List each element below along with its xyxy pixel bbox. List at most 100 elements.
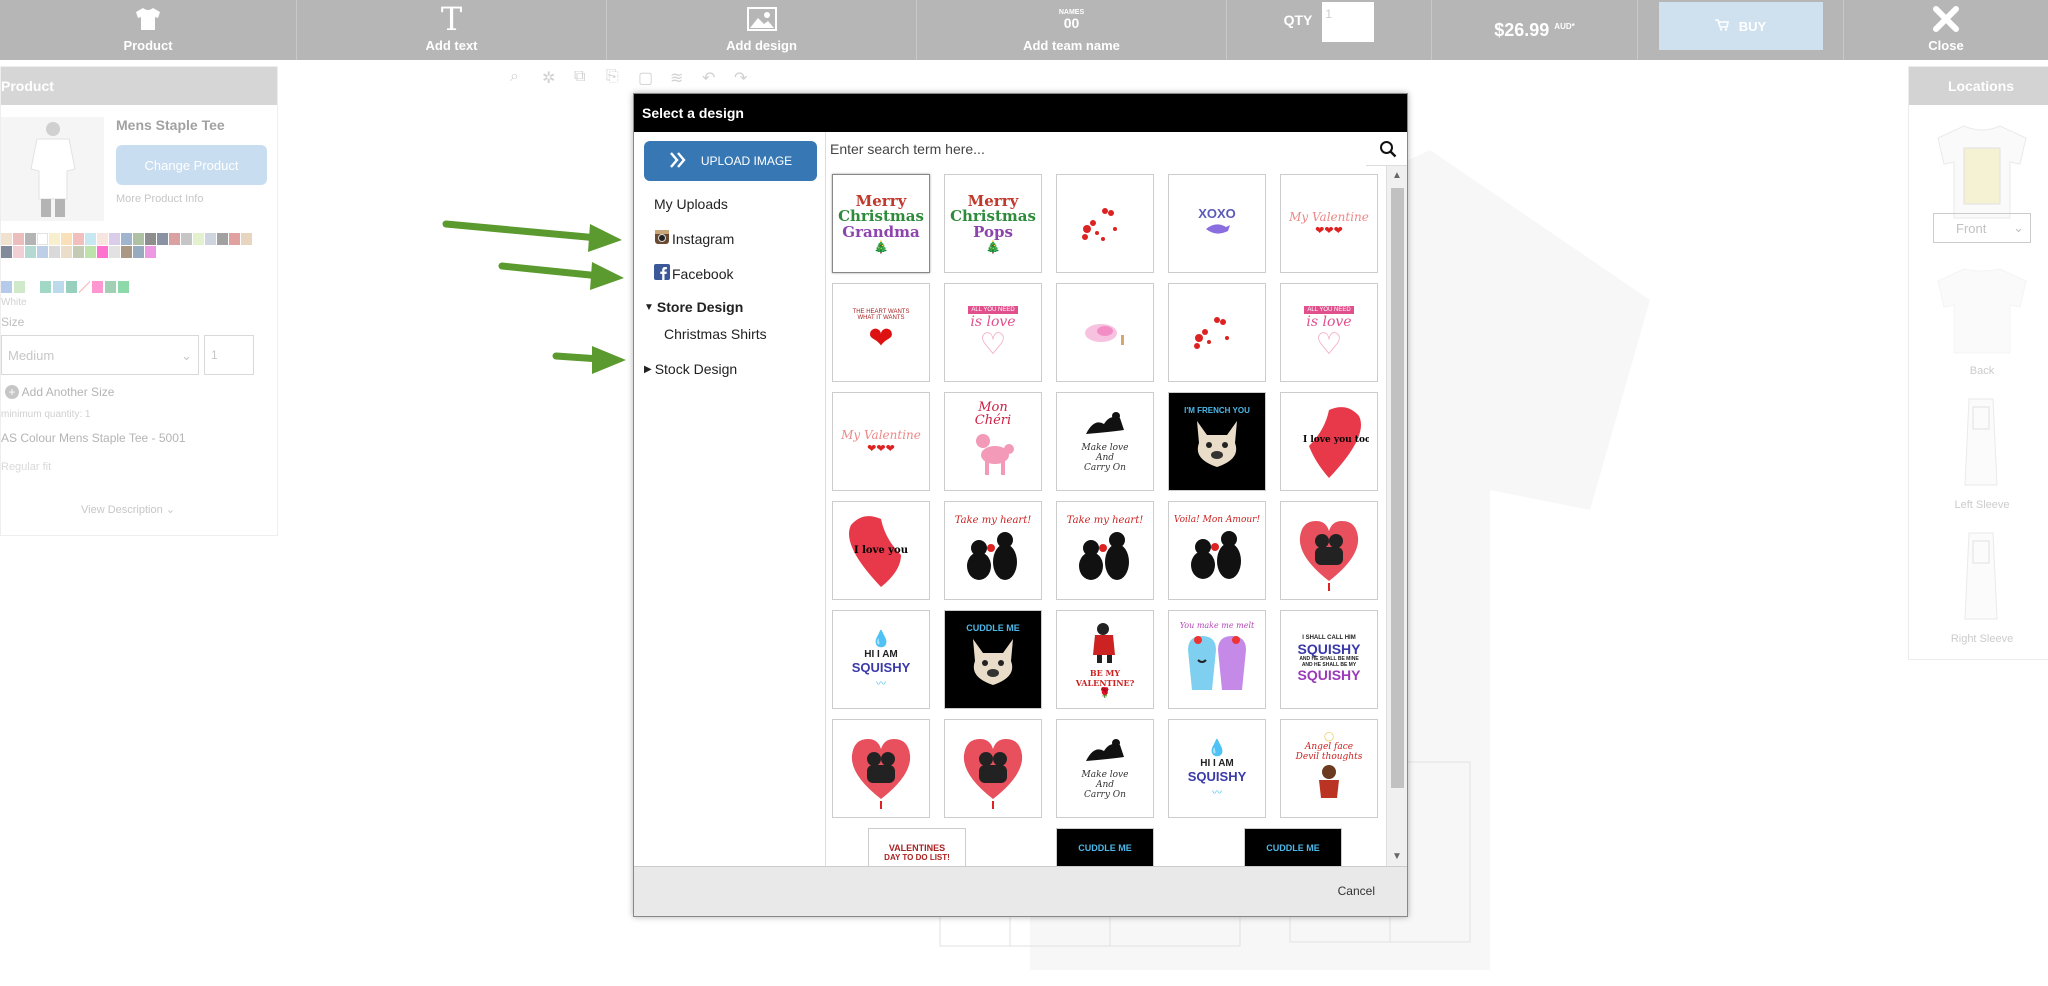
grid-scrollbar[interactable]: ▲ ▼ xyxy=(1386,166,1407,866)
buy-button[interactable]: BUY xyxy=(1658,2,1823,50)
color-swatch[interactable] xyxy=(40,281,51,293)
front-location-thumbnail[interactable] xyxy=(1934,122,2030,222)
color-swatch[interactable] xyxy=(169,233,180,245)
copy-icon[interactable]: ⧉ xyxy=(574,68,592,86)
color-swatch[interactable] xyxy=(133,246,144,258)
color-swatch[interactable] xyxy=(25,246,36,258)
design-be-my-valentine[interactable]: BE MY VALENTINE? 🌹 xyxy=(1056,610,1154,709)
back-location-thumbnail[interactable] xyxy=(1934,265,2030,357)
close-tab[interactable]: Close xyxy=(1844,0,2048,60)
left-sleeve-thumbnail[interactable] xyxy=(1961,397,2001,492)
scroll-thumb[interactable] xyxy=(1391,188,1404,788)
design-my-valentine-2[interactable]: My Valentine ❤❤❤ xyxy=(832,392,930,491)
color-swatch[interactable] xyxy=(241,233,252,245)
design-all-you-need-is-love[interactable]: ALL YOU NEED is love ♡ xyxy=(944,283,1042,382)
add-team-name-tab[interactable]: NAMES 00 Add team name xyxy=(917,0,1227,60)
design-xoxo[interactable]: XOXO xyxy=(1168,174,1266,273)
design-voila-mon-amour[interactable]: Voila! Mon Amour! xyxy=(1168,501,1266,600)
design-all-you-need-is-love-2[interactable]: ALL YOU NEED is love ♡ xyxy=(1280,283,1378,382)
paste-icon[interactable]: ⎘ xyxy=(606,68,624,86)
qty-input[interactable] xyxy=(1322,2,1375,42)
color-swatch[interactable] xyxy=(97,246,108,258)
color-swatch[interactable] xyxy=(109,233,120,245)
color-swatch[interactable] xyxy=(85,233,96,245)
color-swatch[interactable] xyxy=(121,246,132,258)
store-design-tree[interactable]: ▼ Store Design xyxy=(644,299,743,315)
color-swatch[interactable] xyxy=(27,281,38,293)
design-valentines-to-do-list[interactable]: VALENTINES DAY TO DO LIST! xyxy=(868,828,966,866)
color-swatch[interactable] xyxy=(1,233,12,245)
color-swatch[interactable] xyxy=(118,281,129,293)
christmas-shirts-link[interactable]: Christmas Shirts xyxy=(664,326,767,342)
design-cuddle-me[interactable]: CUDDLE ME xyxy=(944,610,1042,709)
color-swatch[interactable] xyxy=(61,233,72,245)
layers-icon[interactable]: ≋ xyxy=(670,68,688,87)
color-swatch[interactable] xyxy=(85,246,96,258)
size-quantity-input[interactable]: 1 xyxy=(204,335,254,375)
design-heart-couple-2[interactable] xyxy=(832,719,930,818)
design-angel-face-devil-thoughts[interactable]: ◯ Angel face Devil thoughts xyxy=(1280,719,1378,818)
design-heart-couple[interactable] xyxy=(1280,501,1378,600)
search-icon[interactable] xyxy=(1379,140,1397,158)
design-heart-couple-3[interactable] xyxy=(944,719,1042,818)
upload-image-button[interactable]: UPLOAD IMAGE xyxy=(644,141,817,181)
cancel-button[interactable]: Cancel xyxy=(1338,884,1375,898)
color-swatch[interactable] xyxy=(145,233,156,245)
color-swatch[interactable] xyxy=(217,233,228,245)
view-description-link[interactable]: View Description ⌄ xyxy=(81,503,175,516)
color-swatch[interactable] xyxy=(14,281,25,293)
stock-design-tree[interactable]: ▶ Stock Design xyxy=(644,361,737,377)
product-tab[interactable]: Product xyxy=(0,0,297,60)
select-icon[interactable]: ▢ xyxy=(638,68,656,87)
design-make-love-carry-on-2[interactable]: Make love And Carry On xyxy=(1056,719,1154,818)
facebook-link[interactable]: Facebook xyxy=(654,264,733,283)
design-hi-i-am-squishy-2[interactable]: 💧 HI I AM SQUISHY 〰 xyxy=(1168,719,1266,818)
color-swatch[interactable] xyxy=(73,246,84,258)
design-cuddle-me-3[interactable]: CUDDLE ME xyxy=(1244,828,1342,866)
change-product-button[interactable]: Change Product xyxy=(116,145,267,185)
color-swatch[interactable] xyxy=(157,233,168,245)
color-swatch[interactable] xyxy=(13,233,24,245)
add-design-tab[interactable]: Add design xyxy=(607,0,917,60)
design-heart-wants[interactable]: THE HEART WANTS WHAT IT WANTS ❤ xyxy=(832,283,930,382)
right-sleeve-thumbnail[interactable] xyxy=(1961,531,2001,626)
design-hearts-scatter[interactable] xyxy=(1056,174,1154,273)
my-uploads-link[interactable]: My Uploads xyxy=(654,196,728,212)
add-text-tab[interactable]: T Add text xyxy=(297,0,607,60)
redo-icon[interactable]: ↷ xyxy=(734,68,752,87)
color-swatch[interactable] xyxy=(193,233,204,245)
color-swatch[interactable] xyxy=(109,246,120,258)
design-hearts-scatter-2[interactable] xyxy=(1168,283,1266,382)
instagram-link[interactable]: Instagram xyxy=(654,229,734,248)
color-swatch[interactable] xyxy=(49,233,60,245)
design-you-make-me-melt[interactable]: You make me melt xyxy=(1168,610,1266,709)
color-swatch[interactable] xyxy=(37,233,48,245)
color-swatch[interactable] xyxy=(181,233,192,245)
more-product-info-link[interactable]: More Product Info xyxy=(116,193,203,205)
location-select[interactable]: Front ⌄ xyxy=(1933,213,2031,243)
color-swatch[interactable] xyxy=(53,281,64,293)
color-swatch[interactable] xyxy=(13,246,24,258)
design-merry-christmas-pops[interactable]: Merry Christmas Pops 🎄 xyxy=(944,174,1042,273)
color-swatch[interactable] xyxy=(1,281,12,293)
color-swatch[interactable] xyxy=(79,281,90,293)
color-swatch[interactable] xyxy=(121,233,132,245)
design-make-love-carry-on[interactable]: Make love And Carry On xyxy=(1056,392,1154,491)
color-swatch[interactable] xyxy=(229,233,240,245)
design-mon-cheri[interactable]: Mon Chéri xyxy=(944,392,1042,491)
color-swatch[interactable] xyxy=(37,246,48,258)
color-swatch[interactable] xyxy=(105,281,116,293)
center-icon[interactable]: ✲ xyxy=(542,68,560,87)
design-french-bulldog[interactable]: I'M FRENCH YOU xyxy=(1168,392,1266,491)
design-hi-i-am-squishy[interactable]: 💧 HI I AM SQUISHY 〰 xyxy=(832,610,930,709)
zoom-icon[interactable]: ⌕ xyxy=(510,68,528,86)
color-swatch[interactable] xyxy=(61,246,72,258)
design-i-love-you-too[interactable]: I love you too xyxy=(1280,392,1378,491)
undo-icon[interactable]: ↶ xyxy=(702,68,720,87)
design-merry-christmas-grandma[interactable]: Merry Christmas Grandma 🎄 xyxy=(832,174,930,273)
design-i-love-you[interactable]: I love you xyxy=(832,501,930,600)
design-pink-blur[interactable] xyxy=(1056,283,1154,382)
color-swatch[interactable] xyxy=(145,246,156,258)
design-my-valentine[interactable]: My Valentine ❤❤❤ xyxy=(1280,174,1378,273)
scroll-down-arrow-icon[interactable]: ▼ xyxy=(1392,851,1402,862)
